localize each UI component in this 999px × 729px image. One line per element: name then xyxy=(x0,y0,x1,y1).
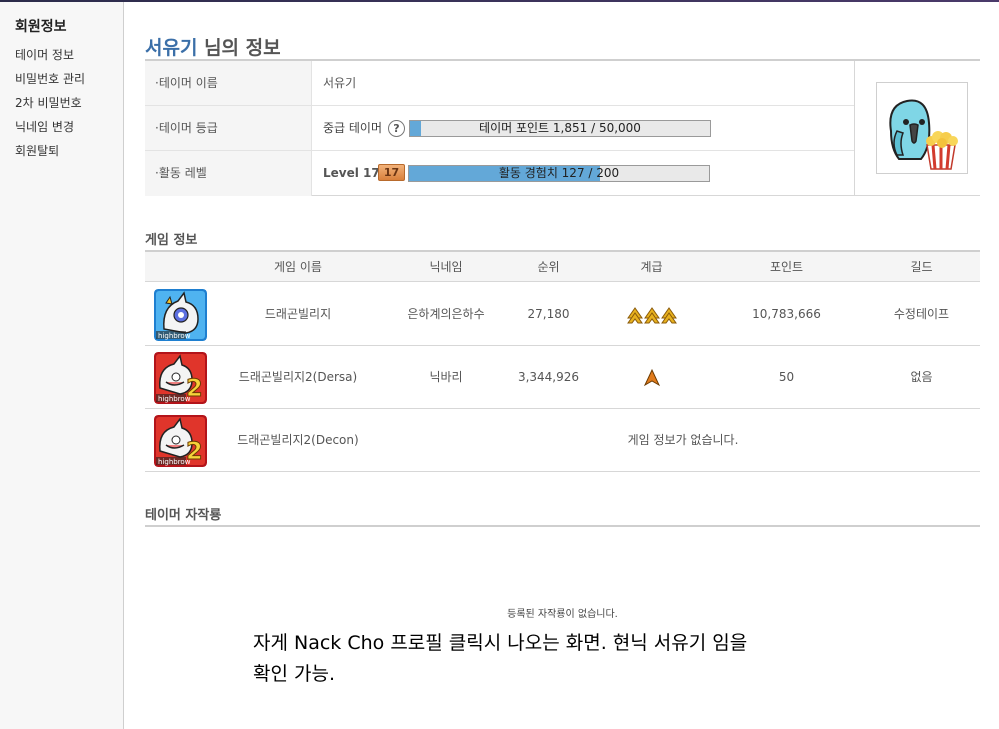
page-title: 서유기 님의 정보 xyxy=(145,33,281,60)
label-tamer-name: ·테이머 이름 xyxy=(145,61,312,105)
no-game-info: 게임 정보가 없습니다. xyxy=(627,433,739,447)
top-strip xyxy=(0,0,999,2)
parrot-avatar-icon xyxy=(889,99,958,170)
page-title-name: 서유기 xyxy=(145,37,198,59)
avatar xyxy=(876,82,968,174)
sidebar-item-tamer-info[interactable]: 테이머 정보 xyxy=(15,45,123,69)
dragon-village-2-icon[interactable]: 2 highbrow xyxy=(154,352,207,404)
column-header-class: 계급 xyxy=(640,260,663,274)
caption-line-2: 확인 가능. xyxy=(253,663,335,685)
caption-text: 자게 Nack Cho 프로필 클릭시 나오는 화면. 현닉 서유기 임을 확인… xyxy=(253,628,813,690)
svg-text:highbrow: highbrow xyxy=(158,395,191,403)
help-icon[interactable]: ? xyxy=(388,120,405,137)
dragon-village-2-icon[interactable]: 2 highbrow xyxy=(154,415,207,467)
game-rank: 27,180 xyxy=(527,307,570,321)
sidebar-item-second-password[interactable]: 2차 비밀번호 xyxy=(15,93,123,117)
value-tamer-name: 서유기 xyxy=(323,76,357,90)
label-activity-level: ·활동 레벨 xyxy=(145,151,312,196)
rank-chevron-icon xyxy=(643,368,660,387)
game-points: 50 xyxy=(778,370,795,384)
svg-text:highbrow: highbrow xyxy=(158,332,191,340)
dragon-village-icon[interactable]: highbrow xyxy=(154,289,207,341)
dragon-village-2-icon-graphic: 2 highbrow xyxy=(154,415,207,467)
sidebar-item-withdraw[interactable]: 회원탈퇴 xyxy=(15,141,123,165)
label-tamer-grade: ·테이머 등급 xyxy=(145,106,312,150)
game-points: 10,783,666 xyxy=(752,307,821,321)
rank-chevron-icon xyxy=(626,307,643,324)
sidebar: 회원정보 테이머 정보 비밀번호 관리 2차 비밀번호 닉네임 변경 회원탈퇴 xyxy=(0,2,124,729)
column-header-rank: 순위 xyxy=(537,260,560,274)
caption-line-1: 자게 Nack Cho 프로필 클릭시 나오는 화면. 현닉 서유기 임을 xyxy=(253,632,748,654)
page-title-suffix: 님의 정보 xyxy=(197,37,281,59)
game-name: 드래곤빌리지 xyxy=(264,307,332,321)
sidebar-title: 회원정보 xyxy=(15,19,67,35)
games-table-header: 게임 이름 닉네임 순위 계급 포인트 길드 xyxy=(145,252,980,282)
table-row: highbrow 드래곤빌리지 은하계의은하수 27,180 10,783,66… xyxy=(145,283,980,346)
sidebar-item-nickname-change[interactable]: 닉네임 변경 xyxy=(15,117,123,141)
dragon-village-2-icon-graphic: 2 highbrow xyxy=(154,352,207,404)
tamer-points-bar: 테이머 포인트 1,851 / 50,000 xyxy=(409,120,711,137)
rank-chevron-icon xyxy=(660,307,677,324)
column-header-nickname: 닉네임 xyxy=(429,260,463,274)
game-guild: 없음 xyxy=(910,370,933,384)
level-badge: 17 xyxy=(378,164,405,181)
game-rank: 3,344,926 xyxy=(517,370,580,384)
game-class xyxy=(593,346,710,408)
creations-section-divider xyxy=(145,525,980,527)
rank-chevron-icon xyxy=(643,307,660,324)
value-tamer-grade: 중급 테이머 xyxy=(323,121,383,135)
game-name: 드래곤빌리지2(Dersa) xyxy=(238,370,358,384)
game-class xyxy=(593,283,710,345)
activity-exp-text: 활동 경험치 127 / 200 xyxy=(498,166,620,180)
games-section-title: 게임 정보 xyxy=(145,233,198,248)
sidebar-item-password[interactable]: 비밀번호 관리 xyxy=(15,69,123,93)
rank-chevrons xyxy=(593,346,710,408)
profile-row-level: ·활동 레벨 Level 17 17 활동 경험치 127 / 200 xyxy=(145,151,854,196)
avatar-cell xyxy=(854,61,980,196)
game-name: 드래곤빌리지2(Decon) xyxy=(237,433,359,447)
creations-section-title: 테이머 자작룡 xyxy=(145,508,222,523)
rank-chevrons xyxy=(593,283,710,345)
svg-text:highbrow: highbrow xyxy=(158,458,191,466)
profile-info-table: ·테이머 이름 서유기 ·테이머 등급 중급 테이머 ? 테이머 포인트 1,8… xyxy=(145,61,980,196)
activity-exp-bar: 활동 경험치 127 / 200 xyxy=(408,165,710,182)
profile-row-grade: ·테이머 등급 중급 테이머 ? 테이머 포인트 1,851 / 50,000 xyxy=(145,106,854,151)
tamer-points-text: 테이머 포인트 1,851 / 50,000 xyxy=(479,121,641,135)
column-header-points: 포인트 xyxy=(769,260,804,274)
game-nickname: 닉바리 xyxy=(429,370,463,384)
game-nickname: 은하계의은하수 xyxy=(407,307,485,321)
profile-row-name: ·테이머 이름 서유기 xyxy=(145,61,854,106)
game-guild: 수정테이프 xyxy=(893,307,950,321)
table-row: 2 highbrow 드래곤빌리지2(Dersa) 닉바리 3,344,926 … xyxy=(145,346,980,409)
value-level: Level 17 xyxy=(323,166,380,180)
dragon-village-icon-graphic: highbrow xyxy=(154,289,207,341)
column-header-game-name: 게임 이름 xyxy=(274,260,322,274)
column-header-guild: 길드 xyxy=(910,260,933,274)
table-row: 2 highbrow 드래곤빌리지2(Decon) 게임 정보가 없습니다. xyxy=(145,409,980,472)
no-creations-text: 등록된 자작룡이 없습니다. xyxy=(507,609,618,620)
